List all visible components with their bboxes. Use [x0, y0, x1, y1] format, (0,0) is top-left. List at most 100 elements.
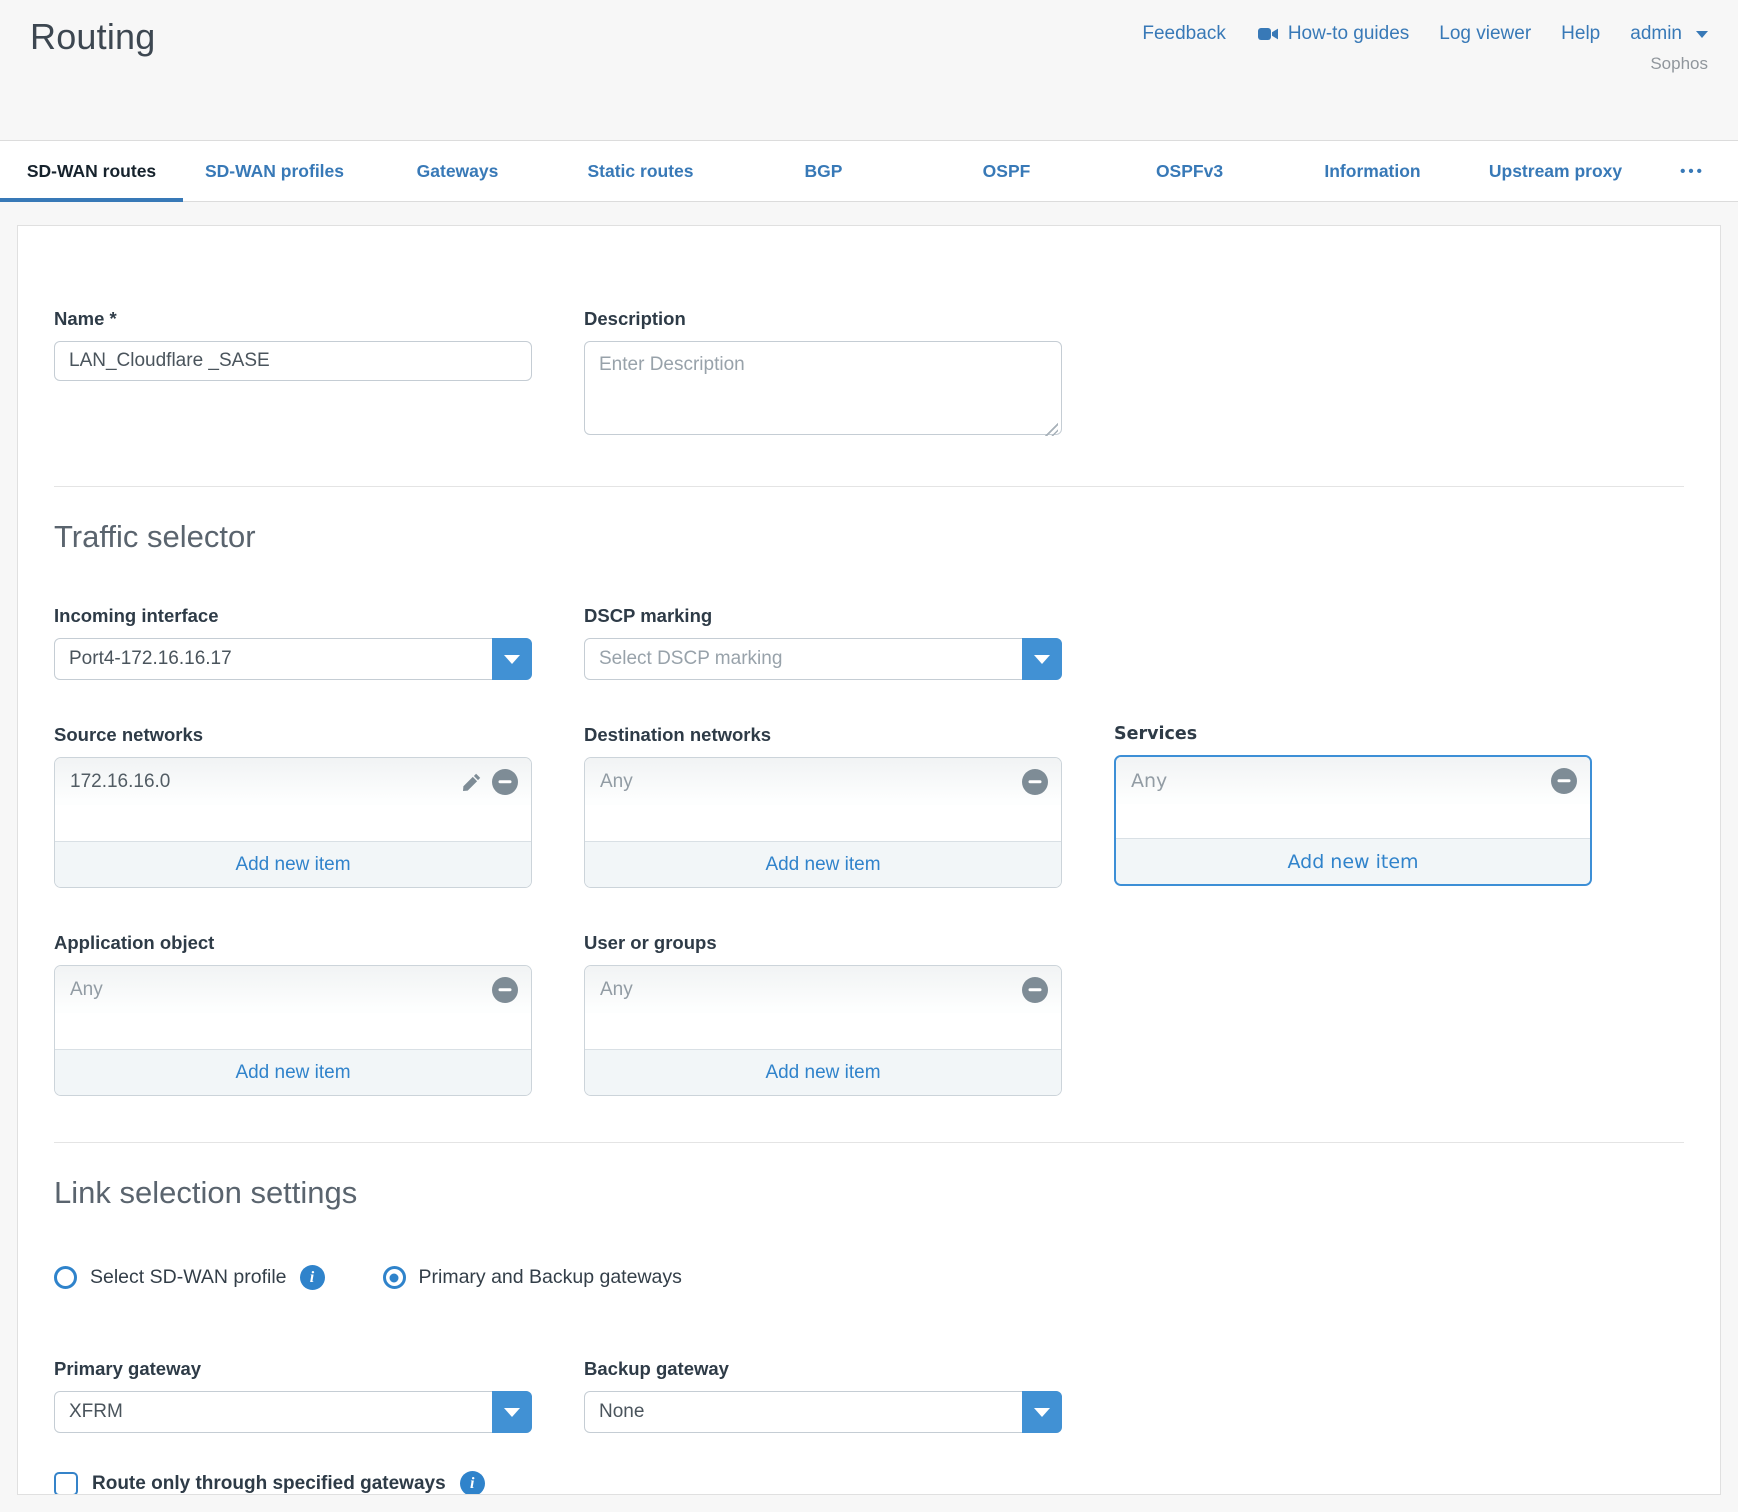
incoming-interface-select[interactable]: Port4-172.16.16.17 — [54, 638, 532, 680]
list-item-value: Any — [1131, 770, 1167, 792]
name-field-group: Name * — [54, 308, 532, 440]
tab-sd-wan-routes[interactable]: SD-WAN routes — [0, 141, 183, 201]
route-only-checkbox[interactable] — [54, 1472, 78, 1496]
remove-icon[interactable] — [492, 977, 518, 1003]
route-only-label: Route only through specified gateways — [92, 1473, 446, 1495]
tab-static-routes[interactable]: Static routes — [549, 141, 732, 201]
required-asterisk: * — [110, 308, 117, 329]
list-item: Any — [585, 758, 1061, 805]
remove-icon[interactable] — [1551, 768, 1577, 794]
how-to-guides-label: How-to guides — [1288, 23, 1409, 45]
primary-gateway-select[interactable]: XFRM — [54, 1391, 532, 1433]
tab-upstream-proxy[interactable]: Upstream proxy — [1464, 141, 1647, 201]
source-networks-box: 172.16.16.0 Add new item — [54, 757, 532, 888]
radio-icon[interactable] — [54, 1266, 77, 1289]
tab-information[interactable]: Information — [1281, 141, 1464, 201]
radio-checked-icon[interactable] — [383, 1266, 406, 1289]
tab-more[interactable]: ••• — [1647, 141, 1738, 201]
tab-gateways[interactable]: Gateways — [366, 141, 549, 201]
add-new-item-button[interactable]: Add new item — [55, 841, 531, 887]
admin-menu[interactable]: admin — [1630, 23, 1708, 45]
services-label: Services — [1114, 724, 1592, 744]
networks-row: Source networks 172.16.16.0 — [54, 724, 1684, 888]
add-new-item-button[interactable]: Add new item — [585, 1049, 1061, 1095]
log-viewer-link[interactable]: Log viewer — [1439, 23, 1531, 45]
application-object-group: Application object Any Add new item — [54, 932, 532, 1096]
backup-gateway-group: Backup gateway None — [584, 1358, 1062, 1433]
name-label: Name * — [54, 308, 532, 330]
description-label: Description — [584, 308, 1062, 330]
dscp-placeholder: Select DSCP marking — [599, 639, 782, 679]
services-group: Services Any Add new item — [1114, 724, 1592, 888]
tab-bar: SD-WAN routesSD-WAN profilesGatewaysStat… — [0, 140, 1738, 202]
description-field-group: Description — [584, 308, 1062, 440]
info-icon[interactable] — [460, 1471, 485, 1495]
application-object-box: Any Add new item — [54, 965, 532, 1096]
list-item-value: Any — [70, 979, 103, 1001]
header-right: Feedback How-to guides Log viewer Help a… — [1142, 16, 1708, 74]
remove-icon[interactable] — [1022, 769, 1048, 795]
chevron-down-icon[interactable] — [1022, 638, 1062, 680]
listbox-spacer — [55, 805, 531, 841]
tab-sd-wan-profiles[interactable]: SD-WAN profiles — [183, 141, 366, 201]
chevron-down-icon[interactable] — [492, 638, 532, 680]
edit-icon[interactable] — [460, 770, 484, 794]
listbox-spacer — [55, 1013, 531, 1049]
description-input[interactable] — [584, 341, 1062, 435]
name-description-row: Name * Description — [54, 308, 1684, 440]
destination-networks-label: Destination networks — [584, 724, 1062, 746]
user-groups-label: User or groups — [584, 932, 1062, 954]
name-input[interactable] — [54, 341, 532, 381]
add-new-item-button[interactable]: Add new item — [1116, 838, 1590, 884]
help-link[interactable]: Help — [1561, 23, 1600, 45]
gateway-row: Primary gateway XFRM Backup gateway None — [54, 1358, 1684, 1433]
app-user-row: Application object Any Add new item User… — [54, 932, 1684, 1096]
link-mode-radio-row: Select SD-WAN profile Primary and Backup… — [54, 1265, 1684, 1290]
radio-label: Select SD-WAN profile — [90, 1266, 287, 1289]
services-box: Any Add new item — [1114, 755, 1592, 886]
radio-label: Primary and Backup gateways — [419, 1266, 682, 1289]
listbox-spacer — [585, 805, 1061, 841]
brand-label: Sophos — [1142, 54, 1708, 74]
list-item-value: Any — [600, 979, 633, 1001]
primary-gateway-label: Primary gateway — [54, 1358, 532, 1380]
radio-primary-backup-gateways[interactable]: Primary and Backup gateways — [383, 1266, 682, 1289]
list-item: Any — [585, 966, 1061, 1013]
how-to-guides-link[interactable]: How-to guides — [1256, 22, 1409, 46]
divider — [54, 1142, 1684, 1143]
add-new-item-button[interactable]: Add new item — [55, 1049, 531, 1095]
dscp-label: DSCP marking — [584, 605, 1062, 627]
add-new-item-button[interactable]: Add new item — [585, 841, 1061, 887]
application-object-label: Application object — [54, 932, 532, 954]
chevron-down-icon — [1696, 31, 1708, 38]
video-camera-icon — [1256, 22, 1280, 46]
source-networks-label: Source networks — [54, 724, 532, 746]
dscp-group: DSCP marking Select DSCP marking — [584, 605, 1062, 680]
chevron-down-icon[interactable] — [492, 1391, 532, 1433]
interface-dscp-row: Incoming interface Port4-172.16.16.17 DS… — [54, 605, 1684, 680]
link-selection-heading: Link selection settings — [54, 1175, 1684, 1211]
info-icon[interactable] — [300, 1265, 325, 1290]
backup-gateway-label: Backup gateway — [584, 1358, 1062, 1380]
tab-bgp[interactable]: BGP — [732, 141, 915, 201]
remove-icon[interactable] — [492, 769, 518, 795]
source-networks-group: Source networks 172.16.16.0 — [54, 724, 532, 888]
dscp-select[interactable]: Select DSCP marking — [584, 638, 1062, 680]
tab-ospfv3[interactable]: OSPFv3 — [1098, 141, 1281, 201]
remove-icon[interactable] — [1022, 977, 1048, 1003]
list-item: 172.16.16.0 — [55, 758, 531, 805]
backup-gateway-value: None — [599, 1392, 644, 1432]
incoming-interface-label: Incoming interface — [54, 605, 532, 627]
page-header: Routing Feedback How-to guides Log viewe… — [0, 0, 1738, 140]
divider — [54, 486, 1684, 487]
radio-select-sdwan-profile[interactable]: Select SD-WAN profile — [54, 1265, 325, 1290]
feedback-link[interactable]: Feedback — [1142, 23, 1225, 45]
chevron-down-icon[interactable] — [1022, 1391, 1062, 1433]
tab-ospf[interactable]: OSPF — [915, 141, 1098, 201]
list-item-value: 172.16.16.0 — [70, 771, 170, 793]
user-groups-box: Any Add new item — [584, 965, 1062, 1096]
backup-gateway-select[interactable]: None — [584, 1391, 1062, 1433]
list-item: Any — [55, 966, 531, 1013]
listbox-spacer — [1116, 804, 1590, 838]
list-item: Any — [1116, 757, 1590, 804]
